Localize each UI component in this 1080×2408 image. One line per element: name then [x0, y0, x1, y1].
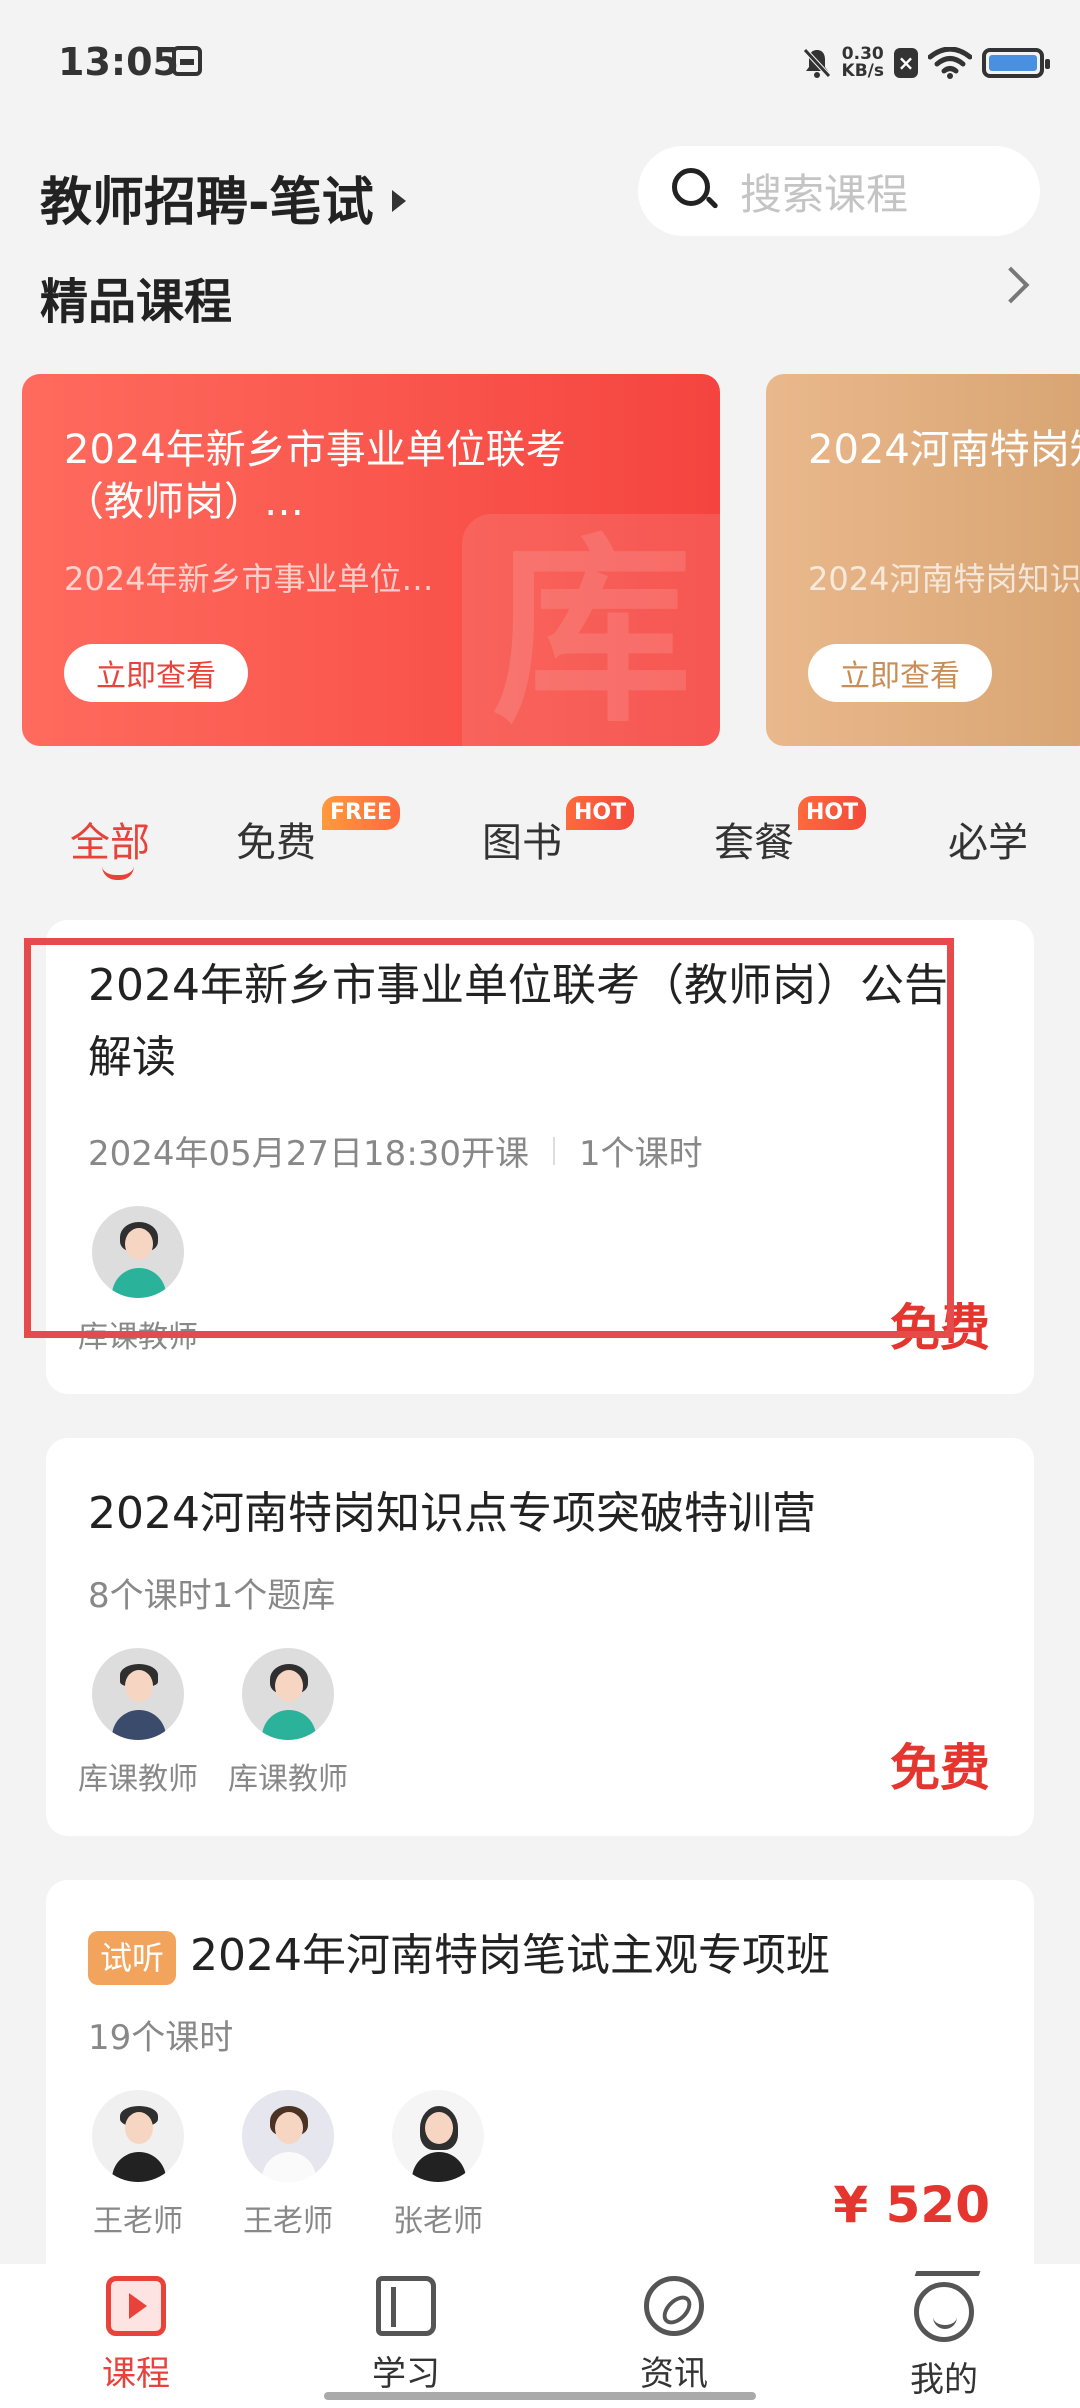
highlight-box [24, 938, 954, 1338]
tab-active-indicator [102, 866, 134, 880]
graduate-smile-icon [914, 2282, 974, 2342]
course-card[interactable]: 2024河南特岗知识点专项突破特训营 8个课时1个题库 库课教师 库课教师 免费 [46, 1438, 1034, 1836]
close-box-icon: × [894, 48, 918, 78]
course-lessons: 8个课时1个题库 [88, 1576, 336, 1616]
avatar [242, 1648, 334, 1740]
filter-tabs: 全部 免费 FREE 图书 HOT 套餐 HOT 必学 [0, 796, 1080, 880]
tab-label: 套餐 [714, 820, 794, 866]
teacher-name: 张老师 [393, 2204, 483, 2239]
teacher-name: 王老师 [243, 2204, 333, 2239]
book-icon [376, 2276, 436, 2336]
avatar [392, 2090, 484, 2182]
banner-card[interactable]: 2024河南特岗知识点专项突破特训 2024河南特岗知识 立即查看 [766, 374, 1080, 746]
hot-badge: HOT [798, 796, 867, 830]
compass-icon [644, 2276, 704, 2336]
status-icons: 0.30 KB/s × [802, 40, 1050, 86]
banner-subtitle: 2024年新乡市事业单位… [64, 560, 434, 598]
bottom-nav: 课程 学习 资讯 我的 [0, 2264, 1080, 2408]
sim-card-icon [172, 46, 202, 76]
search-input[interactable]: 搜索课程 [638, 146, 1040, 236]
tab-label: 必学 [948, 820, 1028, 866]
free-badge: FREE [322, 796, 401, 830]
view-now-button[interactable]: 立即查看 [64, 644, 248, 702]
tab-label: 全部 [70, 820, 150, 866]
course-title-row: 试听 2024年河南特岗笔试主观专项班 [88, 1920, 988, 1992]
wifi-icon [928, 47, 972, 79]
tab-packages[interactable]: 套餐 HOT [714, 796, 867, 868]
course-price: ¥ 520 [833, 2176, 990, 2234]
hot-badge: HOT [566, 796, 635, 830]
search-placeholder: 搜索课程 [740, 169, 909, 219]
chevron-right-icon[interactable] [992, 266, 1030, 304]
banner-subtitle: 2024河南特岗知识 [808, 560, 1080, 598]
teacher: 库课教师 [78, 1648, 198, 1798]
nav-label: 课程 [102, 2354, 170, 2394]
avatar [92, 1648, 184, 1740]
course-card[interactable]: 试听 2024年河南特岗笔试主观专项班 19个课时 王老师 王老师 张老师 ¥ 5… [46, 1880, 1034, 2300]
teacher-list: 库课教师 库课教师 [78, 1648, 348, 1798]
teacher: 王老师 [238, 2090, 338, 2240]
caret-right-icon [391, 189, 406, 212]
status-time: 13:05 [58, 40, 179, 84]
nav-label: 我的 [910, 2360, 978, 2400]
nav-item-course[interactable]: 课程 [56, 2276, 216, 2395]
teacher: 张老师 [388, 2090, 488, 2240]
nav-label: 资讯 [640, 2354, 708, 2394]
course-title: 2024年河南特岗笔试主观专项班 [190, 1930, 830, 1981]
teacher-name: 库课教师 [78, 1762, 198, 1797]
category-label: 教师招聘-笔试 [40, 173, 374, 233]
bell-muted-icon [802, 48, 831, 78]
category-selector[interactable]: 教师招聘-笔试 [40, 160, 406, 235]
course-price: 免费 [890, 1739, 990, 1797]
play-course-icon [106, 2276, 166, 2336]
teacher: 王老师 [88, 2090, 188, 2240]
nav-item-me[interactable]: 我的 [864, 2276, 1024, 2401]
avatar [92, 2090, 184, 2182]
banner-title: 2024年新乡市事业单位联考（教师岗）… [64, 427, 566, 525]
teacher: 库课教师 [228, 1648, 348, 1798]
view-now-button[interactable]: 立即查看 [808, 644, 992, 702]
tab-label: 图书 [482, 820, 562, 866]
course-lessons: 19个课时 [88, 2018, 234, 2058]
nav-label: 学习 [372, 2354, 440, 2394]
tab-books[interactable]: 图书 HOT [482, 796, 635, 868]
course-title: 2024河南特岗知识点专项突破特训营 [88, 1488, 816, 1539]
tab-label: 免费 [236, 820, 316, 866]
battery-icon [982, 48, 1050, 78]
home-indicator[interactable] [324, 2392, 756, 2400]
banner-card[interactable]: 库 2024年新乡市事业单位联考（教师岗）… 2024年新乡市事业单位… 立即查… [22, 374, 720, 746]
net-speed: 0.30 KB/s [842, 46, 884, 80]
teacher-name: 库课教师 [228, 1762, 348, 1797]
search-icon [672, 168, 719, 214]
banner-decoration: 库 [462, 514, 720, 746]
nav-item-news[interactable]: 资讯 [594, 2276, 754, 2395]
teacher-list: 王老师 王老师 张老师 [88, 2090, 488, 2240]
nav-item-study[interactable]: 学习 [326, 2276, 486, 2395]
teacher-name: 王老师 [93, 2204, 183, 2239]
tab-free[interactable]: 免费 FREE [236, 796, 401, 868]
net-speed-unit: KB/s [841, 61, 884, 81]
tab-all[interactable]: 全部 [70, 810, 150, 880]
tab-must-learn[interactable]: 必学 [948, 810, 1028, 868]
trial-tag: 试听 [88, 1931, 177, 1985]
avatar [242, 2090, 334, 2182]
status-bar: 13:05 0.30 KB/s × [0, 0, 1080, 120]
course-meta: 8个课时1个题库 [88, 1568, 335, 1617]
course-meta: 19个课时 [88, 2010, 233, 2059]
banner-title: 2024河南特岗知识点专项突破特训 [808, 427, 1080, 473]
section-title: 精品课程 [40, 274, 233, 330]
